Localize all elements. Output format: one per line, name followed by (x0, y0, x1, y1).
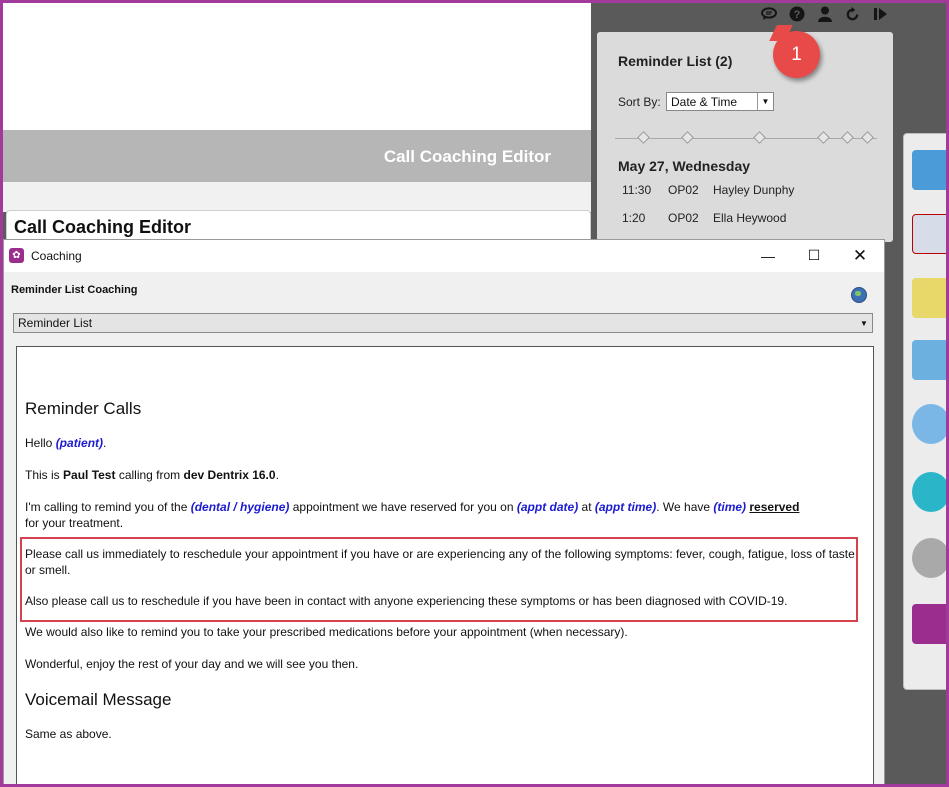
chevron-down-icon: ▼ (860, 318, 868, 328)
text: appointment we have reserved for you on (289, 500, 517, 514)
appointment-op: OP02 (668, 211, 699, 225)
play-end-icon[interactable] (872, 6, 889, 23)
background-canvas (3, 3, 591, 130)
notes-icon[interactable] (912, 278, 949, 318)
patient-card-icon[interactable] (912, 150, 949, 190)
time-variable: (time) (713, 500, 747, 514)
appointment-op: OP02 (668, 183, 699, 197)
appointment-time: 11:30 (622, 183, 652, 197)
greeting-line: Hello (patient). (25, 435, 861, 451)
text: . We have (656, 500, 714, 514)
intro-line: This is Paul Test calling from dev Dentr… (25, 467, 861, 483)
refresh-icon[interactable] (844, 6, 861, 23)
timeline-marker[interactable] (681, 131, 694, 144)
topic-value: Reminder List (18, 316, 93, 330)
help-icon[interactable]: ? (788, 6, 805, 23)
appointment-row[interactable]: 11:30 OP02 Hayley Dunphy (622, 183, 794, 197)
date-heading: May 27, Wednesday (618, 158, 751, 174)
covid-paragraph-1: Please call us immediately to reschedule… (25, 547, 855, 577)
section-title: Call Coaching Editor (14, 217, 192, 237)
practice-name: dev Dentrix 16.0 (183, 468, 276, 482)
coaching-content: Reminder Calls Hello (patient). This is … (16, 346, 874, 787)
banner-title: Call Coaching Editor (383, 147, 551, 166)
chevron-down-icon: ▼ (757, 93, 773, 110)
appt-date-variable: (appt date) (516, 500, 579, 514)
timeline-marker[interactable] (637, 131, 650, 144)
module-icon-bar (903, 133, 949, 690)
sort-select[interactable]: Date & Time ▼ (666, 92, 774, 111)
timeline-slider[interactable] (615, 131, 877, 144)
heading-reminder-calls: Reminder Calls (25, 399, 142, 418)
text: I'm calling to remind you of the (25, 500, 191, 514)
text: . (275, 468, 279, 482)
text: . (103, 436, 107, 450)
search-icon[interactable] (912, 404, 949, 444)
appointment-patient: Ella Heywood (713, 211, 787, 225)
sort-value: Date & Time (671, 95, 738, 109)
appt-time-variable: (appt time) (594, 500, 657, 514)
settings-gear-icon[interactable] (912, 538, 949, 578)
text: Hello (25, 436, 56, 450)
closing-paragraph: Wonderful, enjoy the rest of your day an… (25, 657, 359, 671)
sort-label: Sort By: (618, 95, 661, 109)
covid-paragraph-2: Also please call us to reschedule if you… (25, 594, 788, 608)
voicemail-text: Same as above. (25, 727, 112, 741)
chat-icon[interactable] (760, 6, 777, 23)
text: This is (25, 468, 64, 482)
timeline-marker[interactable] (861, 131, 874, 144)
caller-name: Paul Test (63, 468, 116, 482)
users-icon[interactable] (912, 340, 949, 380)
reminder-list-panel: Reminder List (2) Sort By: Date & Time ▼… (597, 32, 893, 242)
reminder-paragraph: I'm calling to remind you of the (dental… (25, 499, 861, 531)
calendar-icon[interactable] (912, 214, 949, 254)
reserved-word: reserved (749, 500, 800, 514)
top-toolbar: ? (760, 4, 900, 24)
minimize-icon[interactable]: — (745, 240, 791, 271)
coaching-subheader: Reminder List Coaching (11, 284, 138, 296)
text: for your treatment. (25, 516, 124, 530)
heading-voicemail: Voicemail Message (25, 690, 172, 709)
coaching-app-icon[interactable] (912, 604, 949, 644)
reminder-list-title: Reminder List (2) (618, 53, 733, 69)
background-strip (3, 182, 591, 212)
dialog-titlebar[interactable]: ✿ Coaching — ☐ ✕ (4, 240, 884, 272)
timeline-marker[interactable] (753, 131, 766, 144)
text: at (578, 500, 595, 514)
topic-select[interactable]: Reminder List ▼ (13, 313, 873, 333)
timeline-marker[interactable] (817, 131, 830, 144)
close-icon[interactable]: ✕ (837, 240, 883, 271)
user-icon[interactable] (816, 6, 833, 23)
maximize-icon[interactable]: ☐ (791, 240, 837, 271)
callout-badge: 1 (773, 31, 820, 78)
appt-type-variable: (dental / hygiene) (190, 500, 290, 514)
appointment-time: 1:20 (622, 211, 646, 225)
patient-variable: (patient) (55, 436, 104, 450)
globe-icon[interactable] (851, 287, 867, 303)
coaching-dialog: ✿ Coaching — ☐ ✕ Reminder List Coaching … (3, 239, 885, 787)
svg-text:?: ? (793, 9, 800, 21)
background-banner: Call Coaching Editor (3, 130, 591, 182)
text: calling from (115, 468, 184, 482)
appointment-row[interactable]: 1:20 OP02 Ella Heywood (622, 211, 786, 225)
coaching-app-icon: ✿ (9, 248, 24, 263)
timeline-marker[interactable] (841, 131, 854, 144)
help-bubble-icon[interactable] (912, 472, 949, 512)
appointment-patient: Hayley Dunphy (713, 183, 795, 197)
dialog-title: Coaching (31, 249, 82, 263)
medications-paragraph: We would also like to remind you to take… (25, 625, 628, 639)
